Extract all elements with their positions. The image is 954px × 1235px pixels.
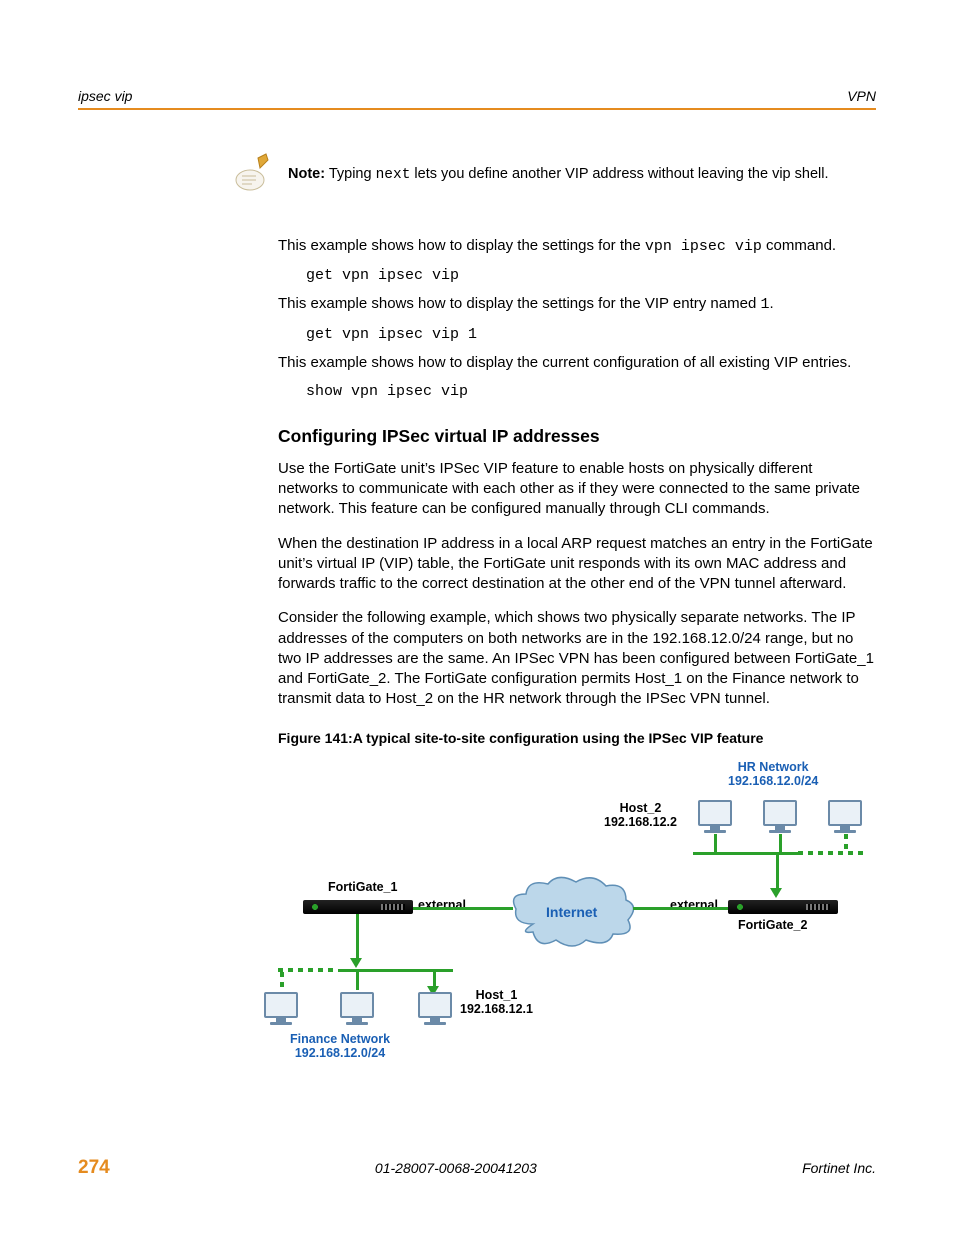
- section-para-3: Consider the following example, which sh…: [278, 608, 876, 709]
- para-example-3: This example shows how to display the cu…: [278, 353, 876, 373]
- body-content: This example shows how to display the se…: [278, 236, 876, 1100]
- company-name: Fortinet Inc.: [802, 1160, 876, 1176]
- host2-label: Host_2 192.168.12.2: [604, 801, 677, 830]
- document-id: 01-28007-0068-20041203: [375, 1160, 537, 1176]
- note-block: Note: Typing next lets you define anothe…: [228, 150, 876, 202]
- fortigate-device-icon: [728, 900, 838, 914]
- internet-label: Internet: [546, 904, 597, 920]
- fortigate-device-icon: [303, 900, 413, 914]
- fortigate2-label: FortiGate_2: [738, 918, 807, 932]
- computer-icon: [828, 800, 862, 832]
- hr-network-label: HR Network 192.168.12.0/24: [728, 760, 818, 789]
- page-header: ipsec vip VPN: [78, 88, 876, 108]
- section-heading: Configuring IPSec virtual IP addresses: [278, 426, 876, 447]
- code-block-2: get vpn ipsec vip 1: [306, 326, 876, 343]
- computer-icon: [418, 992, 452, 1024]
- header-left: ipsec vip: [78, 88, 132, 104]
- note-text: Note: Typing next lets you define anothe…: [288, 150, 828, 183]
- note-code: next: [376, 167, 411, 183]
- network-diagram: HR Network 192.168.12.0/24 Host_2 192.16…: [278, 760, 876, 1100]
- section-para-2: When the destination IP address in a loc…: [278, 534, 876, 595]
- note-icon: [228, 150, 288, 202]
- computer-icon: [763, 800, 797, 832]
- page-footer: 274 01-28007-0068-20041203 Fortinet Inc.: [78, 1157, 876, 1179]
- code-block-1: get vpn ipsec vip: [306, 267, 876, 284]
- para-example-1: This example shows how to display the se…: [278, 236, 876, 257]
- para-example-2: This example shows how to display the se…: [278, 294, 876, 315]
- fortigate1-label: FortiGate_1: [328, 880, 397, 894]
- section-para-1: Use the FortiGate unit’s IPSec VIP featu…: [278, 459, 876, 520]
- external2-label: external: [670, 898, 718, 912]
- computer-icon: [264, 992, 298, 1024]
- page-number: 274: [78, 1157, 110, 1179]
- header-rule: [78, 108, 876, 110]
- figure-caption: Figure 141:A typical site-to-site config…: [278, 730, 876, 746]
- computer-icon: [698, 800, 732, 832]
- external1-label: external: [418, 898, 466, 912]
- code-block-3: show vpn ipsec vip: [306, 383, 876, 400]
- note-label: Note:: [288, 166, 325, 182]
- host1-label: Host_1 192.168.12.1: [460, 988, 533, 1017]
- finance-network-label: Finance Network 192.168.12.0/24: [290, 1032, 390, 1061]
- computer-icon: [340, 992, 374, 1024]
- header-right: VPN: [847, 88, 876, 104]
